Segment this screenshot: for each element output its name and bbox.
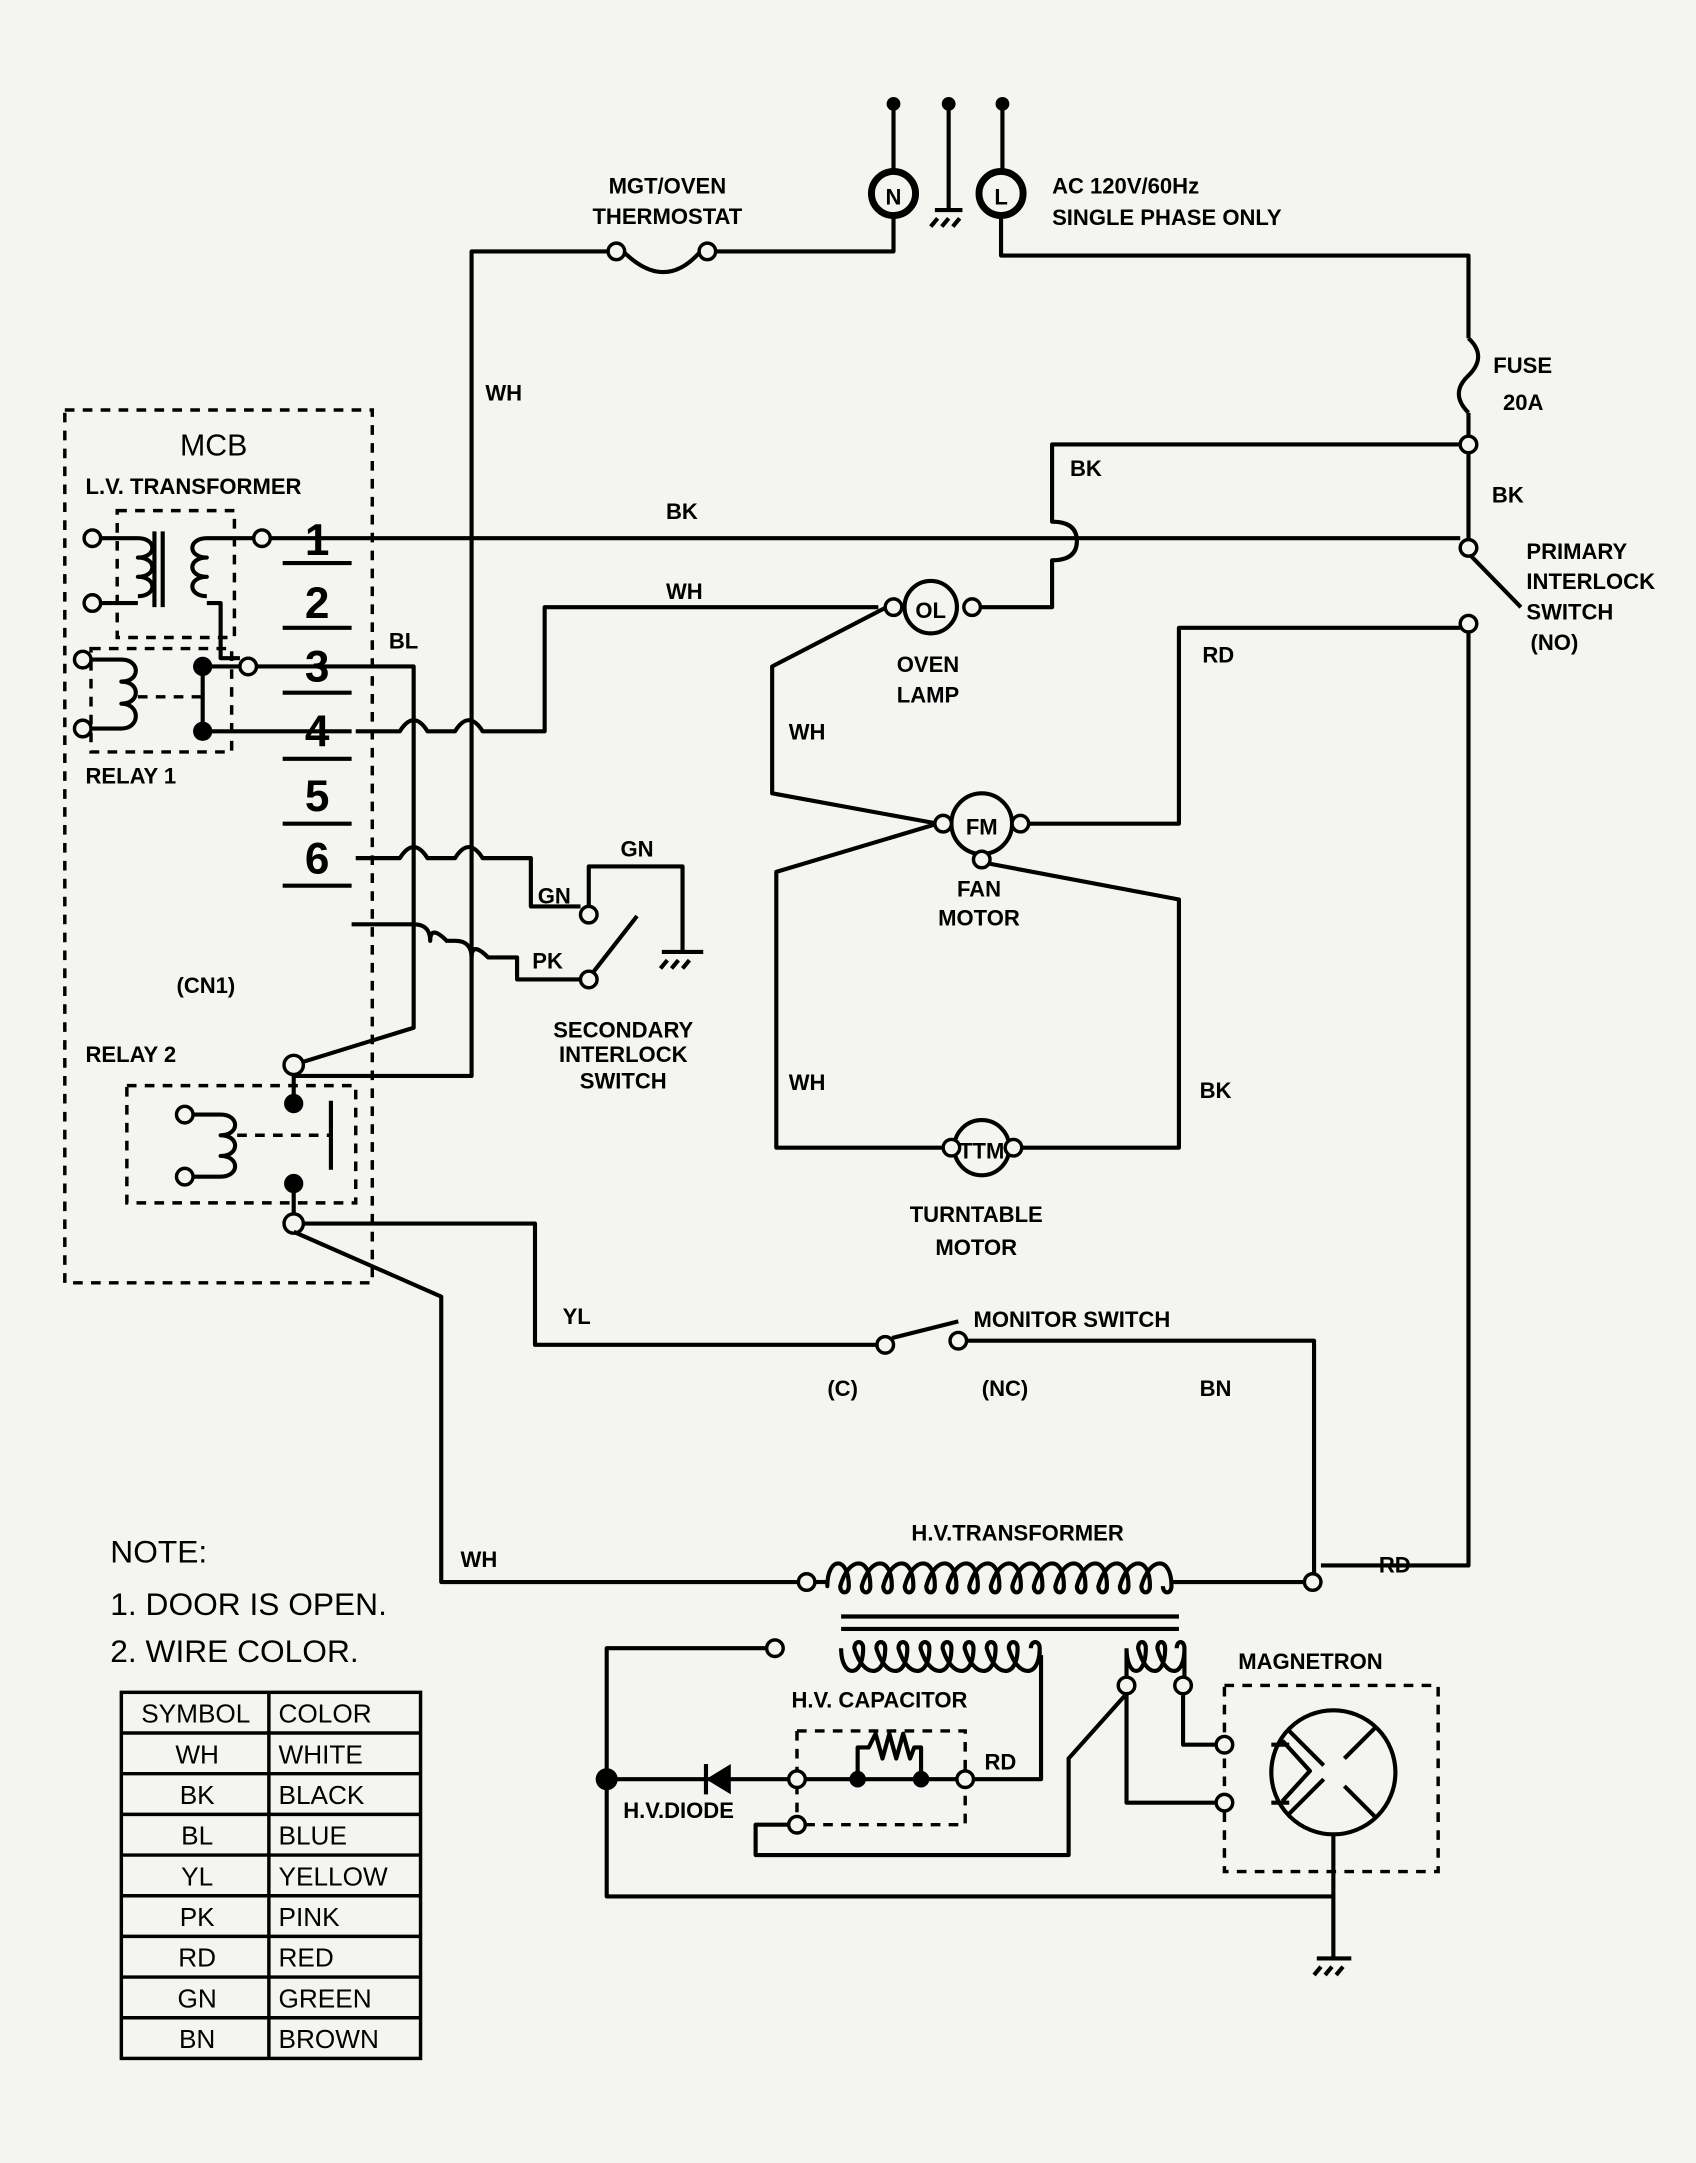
svg-text:H.V.DIODE: H.V.DIODE [623,1798,734,1823]
svg-text:WH: WH [789,1070,826,1095]
table-cell-symbol: PK [180,1902,215,1932]
svg-text:RD: RD [985,1750,1017,1775]
diode-icon [705,1764,731,1795]
svg-text:FUSE: FUSE [1493,353,1552,378]
magnetron: MAGNETRON [1214,1649,1440,1897]
wiring-diagram: N L AC 120V/60Hz SINGLE PHASE ONLY MGT/O… [63,96,1655,2061]
svg-text:MONITOR SWITCH: MONITOR SWITCH [973,1307,1170,1332]
svg-text:H.V.TRANSFORMER: H.V.TRANSFORMER [911,1521,1123,1546]
wire-color-table: SYMBOL COLOR WH WHITE BK BLACK BL BLUE YL YELLOW P… [119,1690,423,2061]
svg-text:(C): (C) [827,1376,858,1401]
svg-text:BK: BK [1070,456,1102,481]
svg-text:GN: GN [538,884,571,909]
svg-text:INTERLOCK: INTERLOCK [1526,569,1655,594]
svg-text:GN: GN [620,837,653,862]
svg-text:N: N [886,185,902,210]
svg-text:MOTOR: MOTOR [938,906,1020,931]
svg-text:(NO): (NO) [1531,630,1579,655]
svg-text:SWITCH: SWITCH [580,1068,667,1093]
oven-lamp: OL OVEN LAMP [883,578,983,707]
table-cell-symbol: BN [179,2024,215,2054]
table-cell-symbol: YL [181,1861,213,1891]
svg-text:OL: OL [915,598,946,623]
svg-text:SINGLE PHASE ONLY: SINGLE PHASE ONLY [1052,205,1282,230]
table-cell-color: BROWN [279,2024,379,2054]
svg-text:2. WIRE COLOR.: 2. WIRE COLOR. [110,1633,358,1669]
hv-capacitor: H.V. CAPACITOR RD [786,1688,1017,1835]
svg-text:WH: WH [666,579,703,604]
svg-text:5: 5 [305,772,330,821]
table-cell-color: BLACK [279,1780,365,1810]
svg-text:YL: YL [563,1304,591,1329]
table-cell-symbol: BK [180,1780,215,1810]
svg-text:H.V. CAPACITOR: H.V. CAPACITOR [791,1688,967,1713]
svg-text:MGT/OVEN: MGT/OVEN [609,174,727,199]
svg-text:SWITCH: SWITCH [1526,600,1613,625]
svg-text:1: 1 [305,516,330,565]
svg-text:AC 120V/60Hz: AC 120V/60Hz [1052,174,1199,199]
svg-text:PRIMARY: PRIMARY [1526,539,1627,564]
notes: NOTE: 1. DOOR IS OPEN. 2. WIRE COLOR. [110,1534,387,1669]
svg-text:TTM: TTM [959,1139,1004,1164]
svg-text:1. DOOR IS OPEN.: 1. DOOR IS OPEN. [110,1586,387,1622]
table-cell-color: RED [279,1943,334,1973]
svg-text:20A: 20A [1503,390,1544,415]
svg-text:TURNTABLE: TURNTABLE [910,1202,1043,1227]
table-header-color: COLOR [279,1699,372,1729]
svg-text:PK: PK [532,948,563,973]
svg-text:NOTE:: NOTE: [110,1534,207,1570]
svg-text:WH: WH [461,1547,498,1572]
svg-text:6: 6 [305,834,330,883]
table-cell-symbol: RD [178,1943,216,1973]
table-header-symbol: SYMBOL [141,1699,250,1729]
table-cell-color: PINK [279,1902,341,1932]
table-cell-color: WHITE [279,1739,363,1769]
svg-text:RELAY 1: RELAY 1 [85,764,176,789]
table-cell-symbol: GN [178,1983,217,2013]
svg-text:L: L [994,185,1007,210]
svg-text:4: 4 [305,707,330,756]
svg-text:INTERLOCK: INTERLOCK [559,1042,688,1067]
connector-cn1: 1 2 3 4 5 6 [282,516,352,888]
svg-text:(CN1): (CN1) [176,973,235,998]
svg-text:MCB: MCB [180,429,247,462]
svg-text:BN: BN [1200,1376,1232,1401]
svg-text:THERMOSTAT: THERMOSTAT [592,204,742,229]
svg-text:BL: BL [389,629,418,654]
table-cell-color: BLUE [279,1821,347,1851]
table-cell-symbol: BL [181,1821,213,1851]
svg-text:BK: BK [1492,482,1524,507]
fan-motor: FM FAN MOTOR [933,791,1031,931]
svg-text:2: 2 [305,579,330,628]
svg-text:BK: BK [1200,1078,1232,1103]
svg-text:RD: RD [1379,1552,1411,1577]
svg-text:(NC): (NC) [982,1376,1029,1401]
svg-text:RD: RD [1202,642,1234,667]
svg-text:FM: FM [966,815,998,840]
svg-text:MOTOR: MOTOR [935,1235,1017,1260]
svg-text:OVEN: OVEN [897,652,959,677]
svg-text:FAN: FAN [957,877,1001,902]
svg-text:MAGNETRON: MAGNETRON [1238,1649,1383,1674]
svg-text:RELAY 2: RELAY 2 [85,1042,176,1067]
svg-text:BK: BK [666,499,698,524]
table-cell-color: YELLOW [279,1861,388,1891]
table-cell-symbol: WH [175,1739,219,1769]
svg-text:SECONDARY: SECONDARY [553,1017,693,1042]
table-cell-color: GREEN [279,1983,372,2013]
turntable-motor: TTM TURNTABLE MOTOR [910,1118,1043,1260]
svg-text:WH: WH [789,720,826,745]
mcb-board: MCB L.V. TRANSFORMER RELAY 1 (CN1) RELAY… [63,408,375,1285]
svg-text:WH: WH [485,380,522,405]
power-supply: N L AC 120V/60Hz SINGLE PHASE ONLY [867,96,1282,230]
svg-text:L.V. TRANSFORMER: L.V. TRANSFORMER [85,474,301,499]
svg-text:LAMP: LAMP [897,682,959,707]
